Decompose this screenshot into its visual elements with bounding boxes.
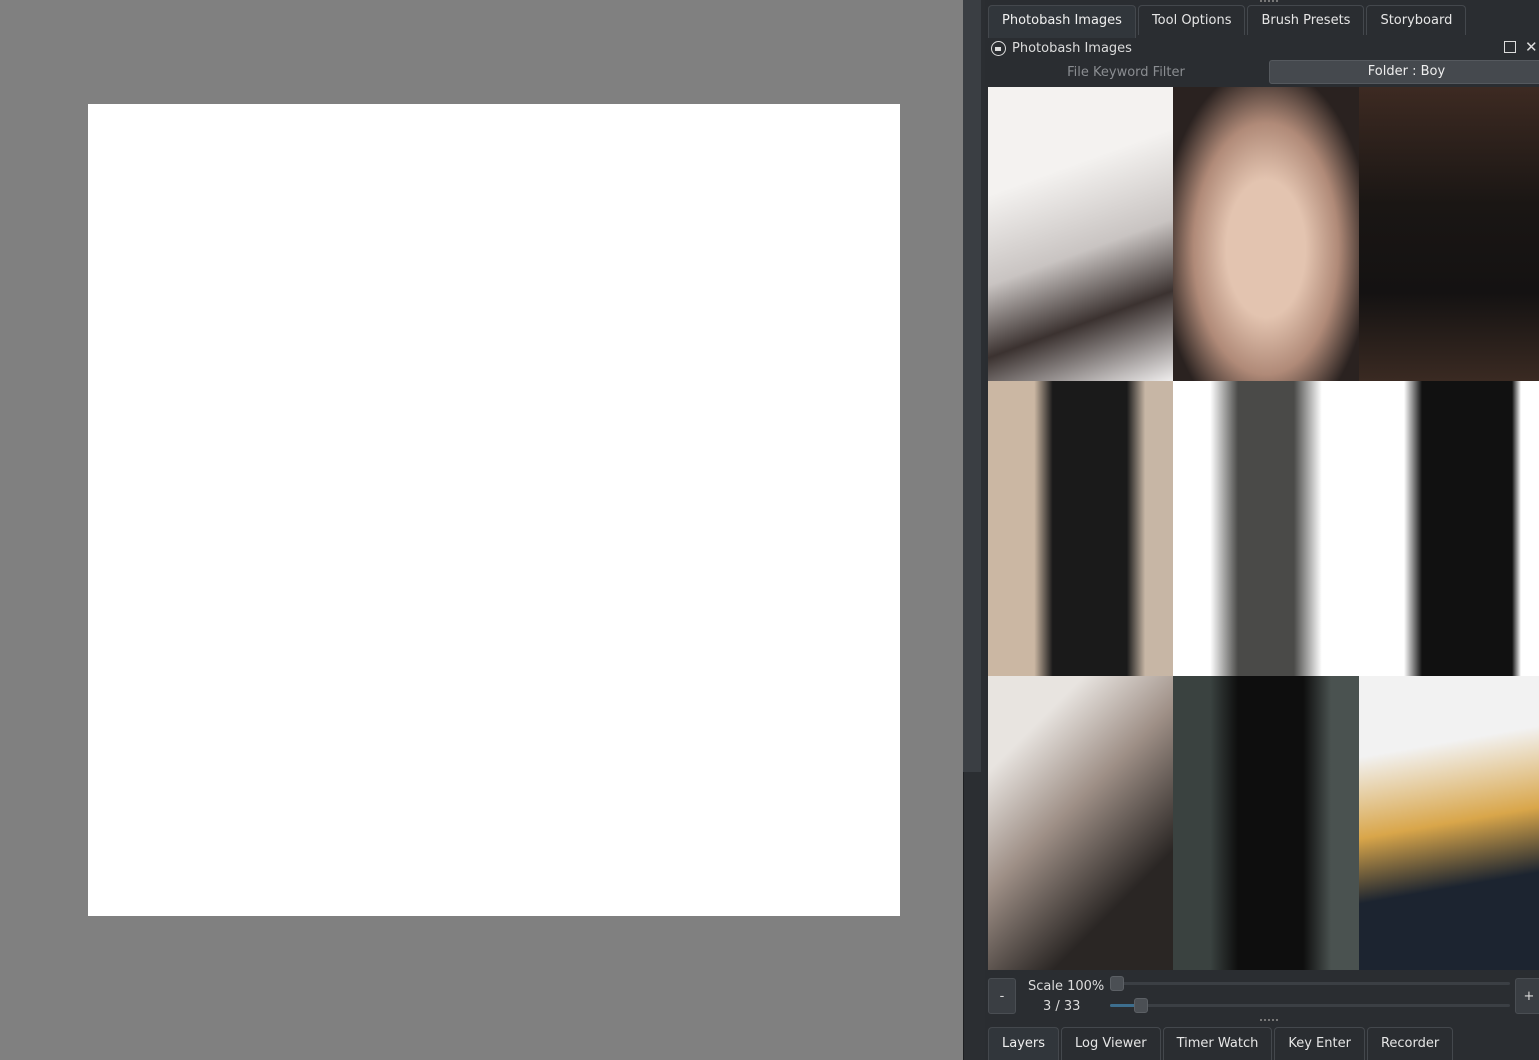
document-canvas[interactable] [88, 104, 900, 916]
scale-slider[interactable] [1110, 976, 1510, 991]
docker-panel: Photobash Images Tool Options Brush Pres… [985, 0, 1539, 1060]
image-thumbnail-anime-boy-white-hair-red-sash[interactable] [988, 87, 1173, 381]
previous-button[interactable]: - [988, 978, 1016, 1014]
page-label: 3 / 33 [1043, 999, 1081, 1014]
image-thumbnail-long-coat-top-hat[interactable] [1173, 381, 1359, 676]
image-thumbnail-black-cloak-figure[interactable] [988, 381, 1173, 676]
canvas-area[interactable] [0, 0, 963, 1060]
tab-key-enter[interactable]: Key Enter [1274, 1027, 1365, 1060]
tab-tool-options[interactable]: Tool Options [1137, 5, 1246, 35]
close-icon[interactable]: ✕ [1525, 38, 1538, 56]
image-thumbnail-man-top-hat-street[interactable] [1173, 676, 1359, 970]
image-thumbnail-anime-white-hair-couple[interactable] [988, 676, 1173, 970]
bottom-tab-bar: Layers Log Viewer Timer Watch Key Enter … [988, 1027, 1454, 1060]
tab-layers[interactable]: Layers [988, 1027, 1060, 1060]
file-keyword-filter-input[interactable]: File Keyword Filter [988, 62, 1264, 84]
scale-label: Scale 100% [1028, 979, 1105, 994]
image-thumbnail-man-black-suit[interactable] [1359, 87, 1539, 381]
panel-header: Photobash Images [991, 38, 1132, 58]
next-button[interactable]: + [1515, 978, 1539, 1014]
drag-grip[interactable] [1260, 0, 1278, 2]
drag-grip[interactable] [1260, 1019, 1278, 1021]
page-slider-handle[interactable] [1134, 998, 1149, 1013]
image-grid [988, 87, 1539, 970]
lock-icon[interactable] [991, 40, 1006, 56]
tab-recorder[interactable]: Recorder [1366, 1027, 1454, 1060]
panel-title: Photobash Images [1012, 40, 1132, 56]
tab-log-viewer[interactable]: Log Viewer [1061, 1027, 1161, 1060]
image-thumbnail-anime-masked-boy-fox[interactable] [1359, 676, 1539, 970]
float-icon[interactable] [1504, 41, 1516, 53]
top-tab-bar: Photobash Images Tool Options Brush Pres… [988, 5, 1467, 38]
folder-select-button[interactable]: Folder : Boy [1269, 60, 1539, 84]
tab-brush-presets[interactable]: Brush Presets [1247, 5, 1365, 35]
image-thumbnail-boy-face-portrait[interactable] [1173, 87, 1359, 381]
tab-photobash-images[interactable]: Photobash Images [988, 5, 1136, 38]
canvas-scrollbar[interactable] [963, 0, 981, 772]
page-slider[interactable] [1110, 998, 1510, 1013]
scale-slider-handle[interactable] [1110, 976, 1124, 991]
tab-timer-watch[interactable]: Timer Watch [1162, 1027, 1273, 1060]
tab-storyboard[interactable]: Storyboard [1366, 5, 1467, 35]
image-thumbnail-hooded-black-cloak[interactable] [1359, 381, 1539, 676]
